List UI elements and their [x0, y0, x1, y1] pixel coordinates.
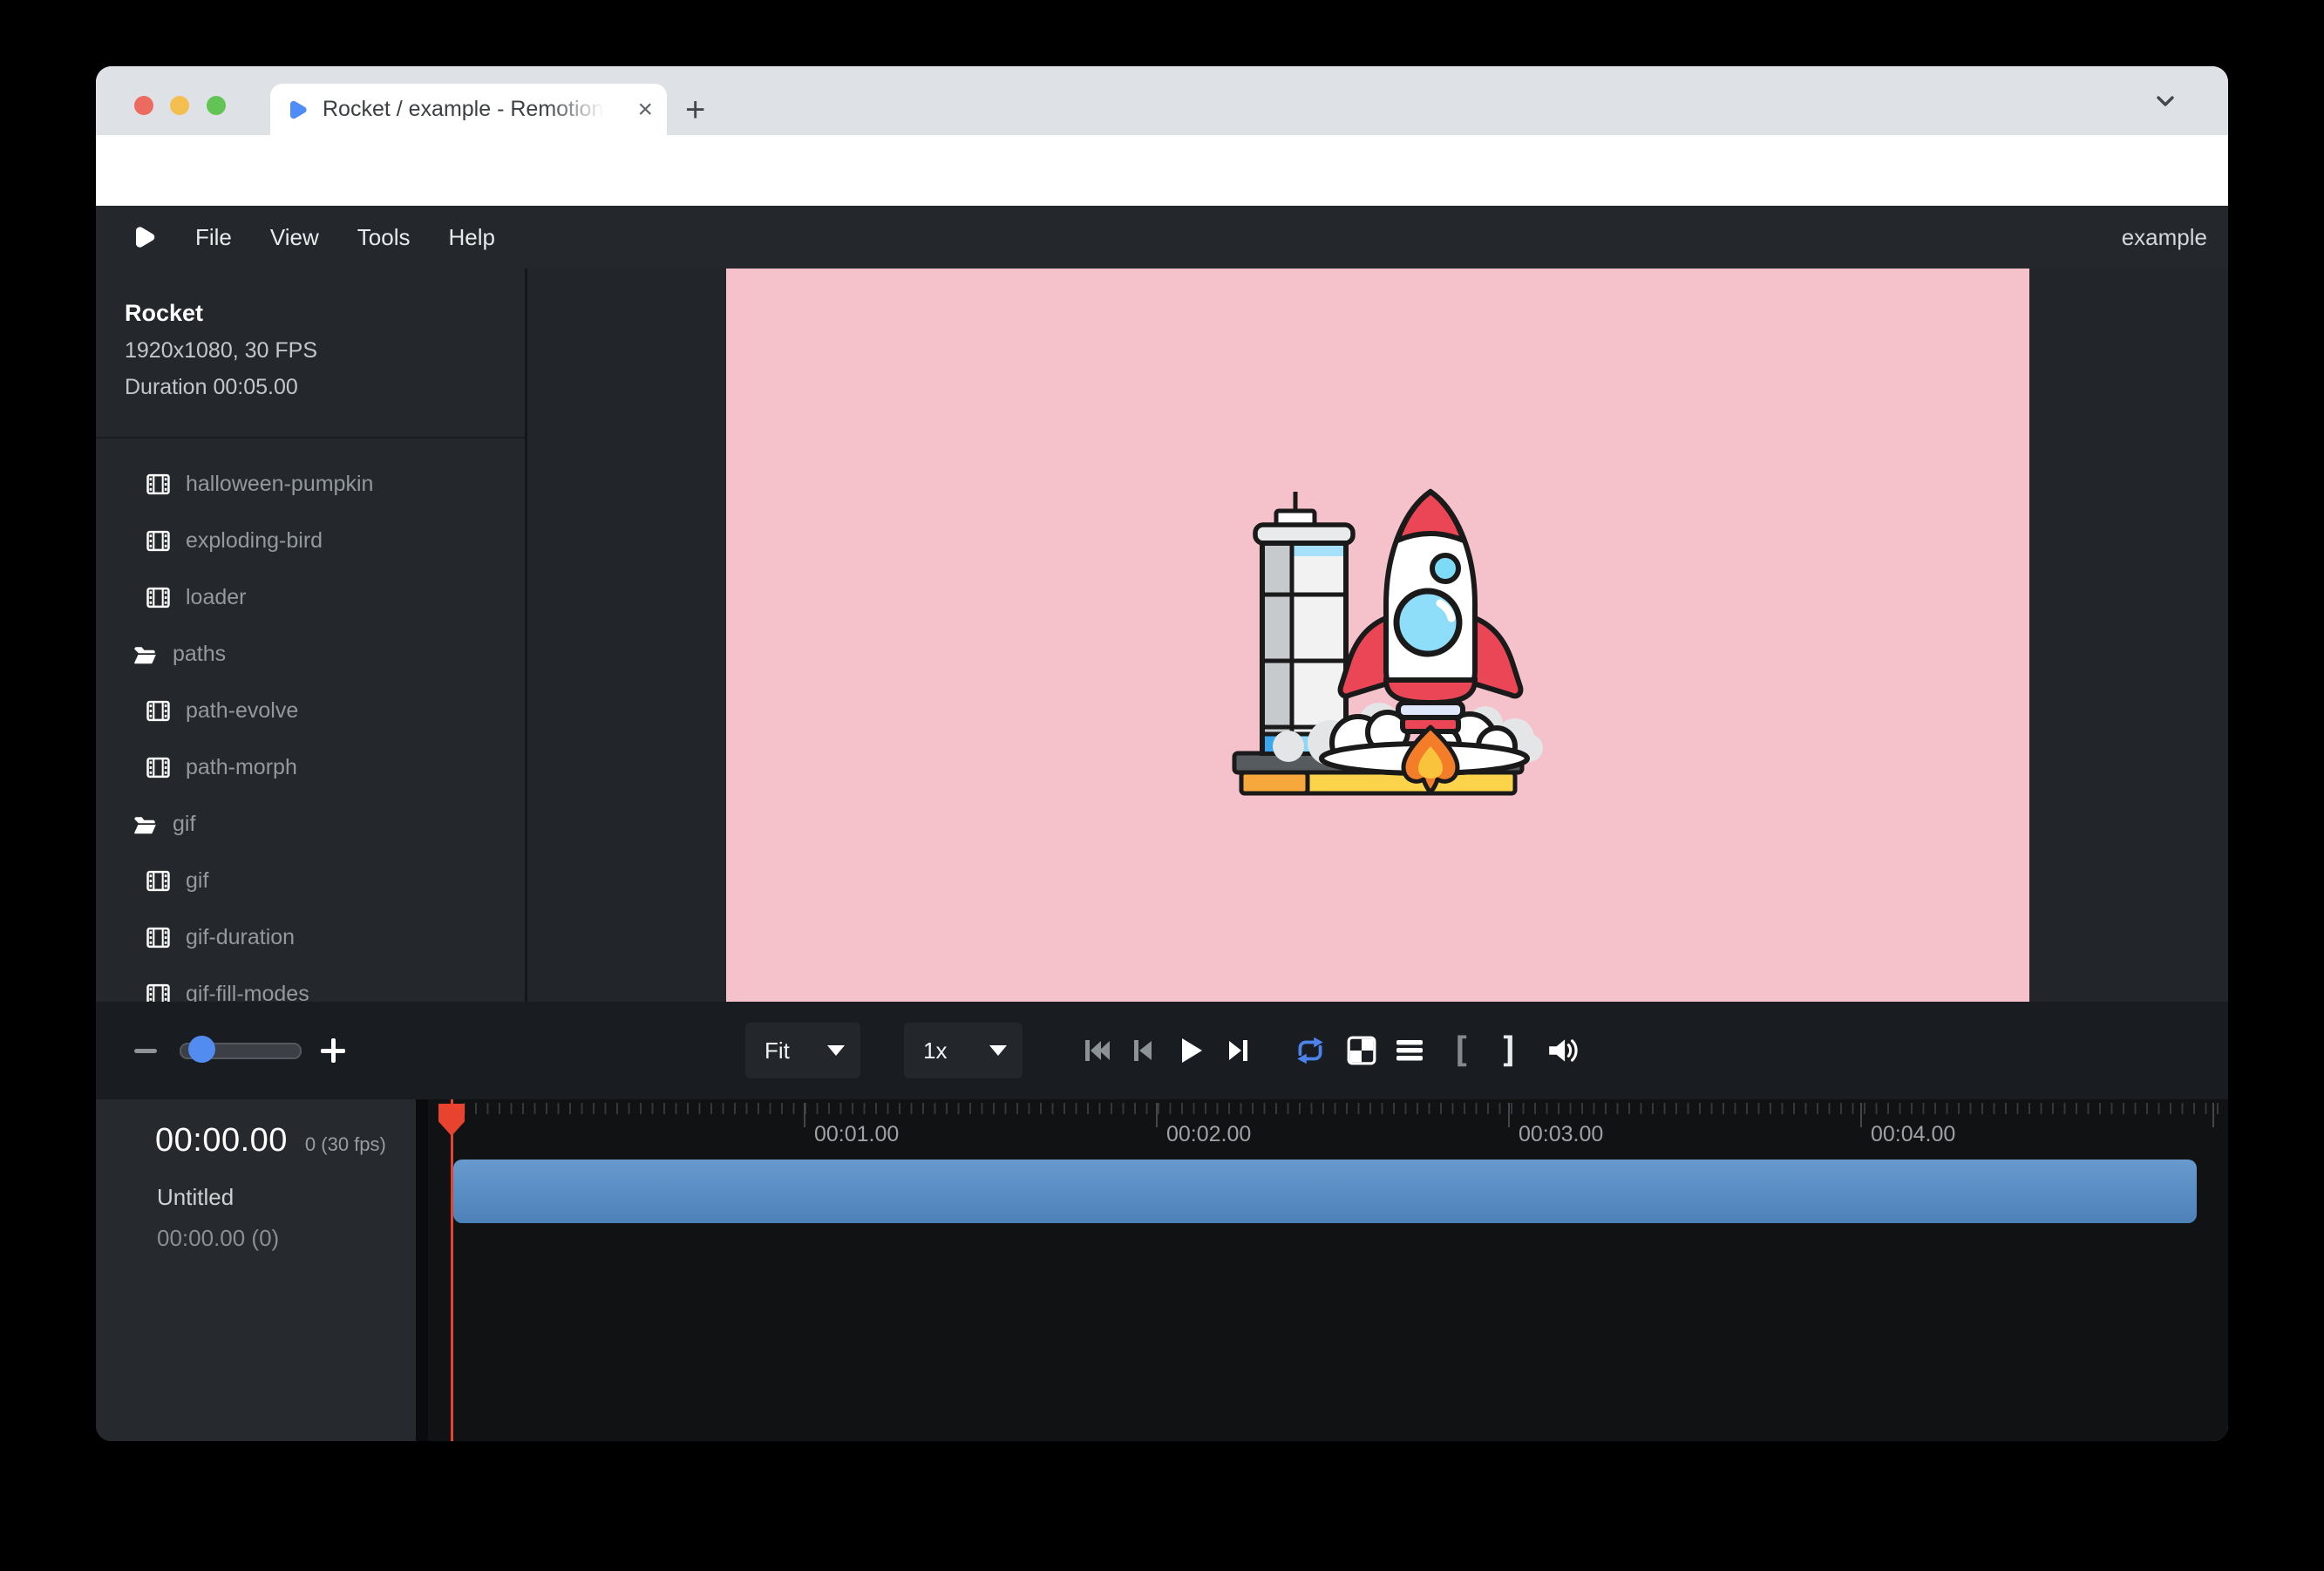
composition-item-path-morph[interactable]: path-morph	[96, 739, 525, 796]
timeline-info-panel: 00:00.00 0 (30 fps) Untitled 00:00.00 (0…	[96, 1099, 416, 1441]
loop-toggle-button[interactable]	[1288, 1002, 1333, 1099]
browser-tab[interactable]: Rocket / example - Remotion Pre ×	[270, 84, 667, 135]
menu-help[interactable]: Help	[449, 224, 495, 251]
folder-open-icon	[133, 813, 157, 836]
screenshot-stage: Rocket / example - Remotion Pre × +	[0, 0, 2324, 1571]
menu-file[interactable]: File	[195, 224, 232, 251]
ruler-second-tick	[1156, 1103, 1158, 1127]
browser-toolbar: http://localhost:3001/Rocket ☆	[96, 135, 2228, 206]
volume-button[interactable]	[1540, 1002, 1586, 1099]
current-frame-info: 0 (30 fps)	[305, 1133, 386, 1156]
film-icon	[146, 870, 170, 892]
timeline-ruler[interactable]	[452, 1103, 2221, 1114]
film-icon	[146, 587, 170, 609]
film-icon	[146, 927, 170, 949]
app-menubar: File View Tools Help example	[96, 206, 2228, 269]
film-icon	[146, 757, 170, 779]
ruler-second-tick	[1860, 1103, 1862, 1127]
compositions-sidebar: Rocket 1920x1080, 30 FPS Duration 00:05.…	[96, 269, 527, 1002]
ruler-second-tick	[2212, 1103, 2214, 1127]
timeline-zoom-slider[interactable]	[180, 1043, 302, 1059]
video-canvas[interactable]	[726, 269, 2029, 1002]
menu-view[interactable]: View	[270, 224, 319, 251]
composition-item-loader[interactable]: loader	[96, 569, 525, 626]
composition-item-gif-fill-modes[interactable]: gif-fill-modes	[96, 966, 525, 1002]
composition-list: halloween-pumpkin exploding-bird loader …	[96, 439, 525, 1002]
composition-resolution: 1920x1080, 30 FPS	[125, 338, 525, 364]
next-frame-button[interactable]	[1215, 1002, 1261, 1099]
composition-title: Rocket	[125, 300, 525, 327]
film-icon	[146, 473, 170, 495]
tab-strip: Rocket / example - Remotion Pre × +	[96, 66, 2228, 135]
track-time: 00:00.00 (0)	[96, 1211, 416, 1252]
timeline-divider	[416, 1099, 428, 1441]
rocket-illustration	[1208, 466, 1548, 806]
current-timecode: 00:00.00	[155, 1122, 288, 1160]
tab-close-icon[interactable]: ×	[637, 97, 653, 123]
remotion-favicon	[284, 98, 309, 122]
preview-area	[527, 269, 2228, 1002]
transparency-checkerboard-button[interactable]	[1339, 1002, 1384, 1099]
previous-frame-button[interactable]	[1120, 1002, 1165, 1099]
window-minimize-button[interactable]	[170, 96, 189, 115]
chevron-down-icon	[827, 1045, 845, 1056]
playback-speed-select[interactable]: 1x	[904, 1023, 1023, 1078]
ruler-second-tick	[804, 1103, 805, 1127]
new-tab-button[interactable]: +	[685, 92, 705, 127]
play-button[interactable]	[1167, 1002, 1213, 1099]
canvas-size-select[interactable]: Fit	[745, 1023, 860, 1078]
folder-item-gif[interactable]: gif	[96, 796, 525, 853]
tab-search-chevron-icon[interactable]	[2150, 91, 2181, 112]
player-controls-bar: Fit 1x	[96, 1002, 2228, 1099]
zoom-slider-thumb[interactable]	[188, 1036, 215, 1063]
browser-window: Rocket / example - Remotion Pre × +	[96, 66, 2228, 1441]
folder-item-paths[interactable]: paths	[96, 626, 525, 683]
chevron-down-icon	[989, 1045, 1007, 1056]
in-point-bracket-button[interactable]: [	[1438, 1002, 1484, 1099]
skip-to-start-button[interactable]	[1076, 1002, 1121, 1099]
ruler-second-tick	[1508, 1103, 1510, 1127]
composition-item-gif[interactable]: gif	[96, 853, 525, 909]
playhead-line[interactable]	[451, 1099, 453, 1441]
zoom-out-icon[interactable]	[134, 1049, 157, 1053]
timeline-panel: 00:00.00 0 (30 fps) Untitled 00:00.00 (0…	[96, 1099, 2228, 1441]
composition-item-exploding-bird[interactable]: exploding-bird	[96, 513, 525, 569]
film-icon	[146, 700, 170, 722]
out-point-bracket-button[interactable]: ]	[1486, 1002, 1532, 1099]
app-main: Rocket 1920x1080, 30 FPS Duration 00:05.…	[96, 269, 2228, 1002]
menu-tools[interactable]: Tools	[357, 224, 411, 251]
remotion-app: File View Tools Help example Rocket 1920…	[96, 206, 2228, 1441]
ruler-label: 00:04.00	[1871, 1122, 1955, 1147]
composition-item-gif-duration[interactable]: gif-duration	[96, 909, 525, 966]
timeline-track-area[interactable]: 00:01.00 00:02.00 00:03.00 00:04.00	[428, 1099, 2228, 1441]
track-name: Untitled	[96, 1160, 416, 1211]
window-close-button[interactable]	[134, 96, 153, 115]
ruler-label: 00:02.00	[1166, 1122, 1251, 1147]
ruler-label: 00:01.00	[814, 1122, 899, 1147]
composition-item-path-evolve[interactable]: path-evolve	[96, 683, 525, 739]
remotion-logo-icon[interactable]	[129, 223, 157, 251]
project-name-label: example	[2122, 224, 2207, 251]
tab-title: Rocket / example - Remotion Pre	[323, 97, 610, 122]
film-icon	[146, 530, 170, 552]
film-icon	[146, 983, 170, 1002]
composition-duration: Duration 00:05.00	[125, 375, 525, 400]
folder-open-icon	[133, 643, 157, 666]
zoom-in-icon[interactable]	[321, 1038, 345, 1063]
window-zoom-button[interactable]	[207, 96, 226, 115]
rich-timeline-button[interactable]	[1387, 1002, 1432, 1099]
sequence-track-bar[interactable]	[453, 1160, 2197, 1223]
composition-item-halloween-pumpkin[interactable]: halloween-pumpkin	[96, 456, 525, 513]
composition-info: Rocket 1920x1080, 30 FPS Duration 00:05.…	[96, 269, 525, 439]
ruler-label: 00:03.00	[1519, 1122, 1603, 1147]
